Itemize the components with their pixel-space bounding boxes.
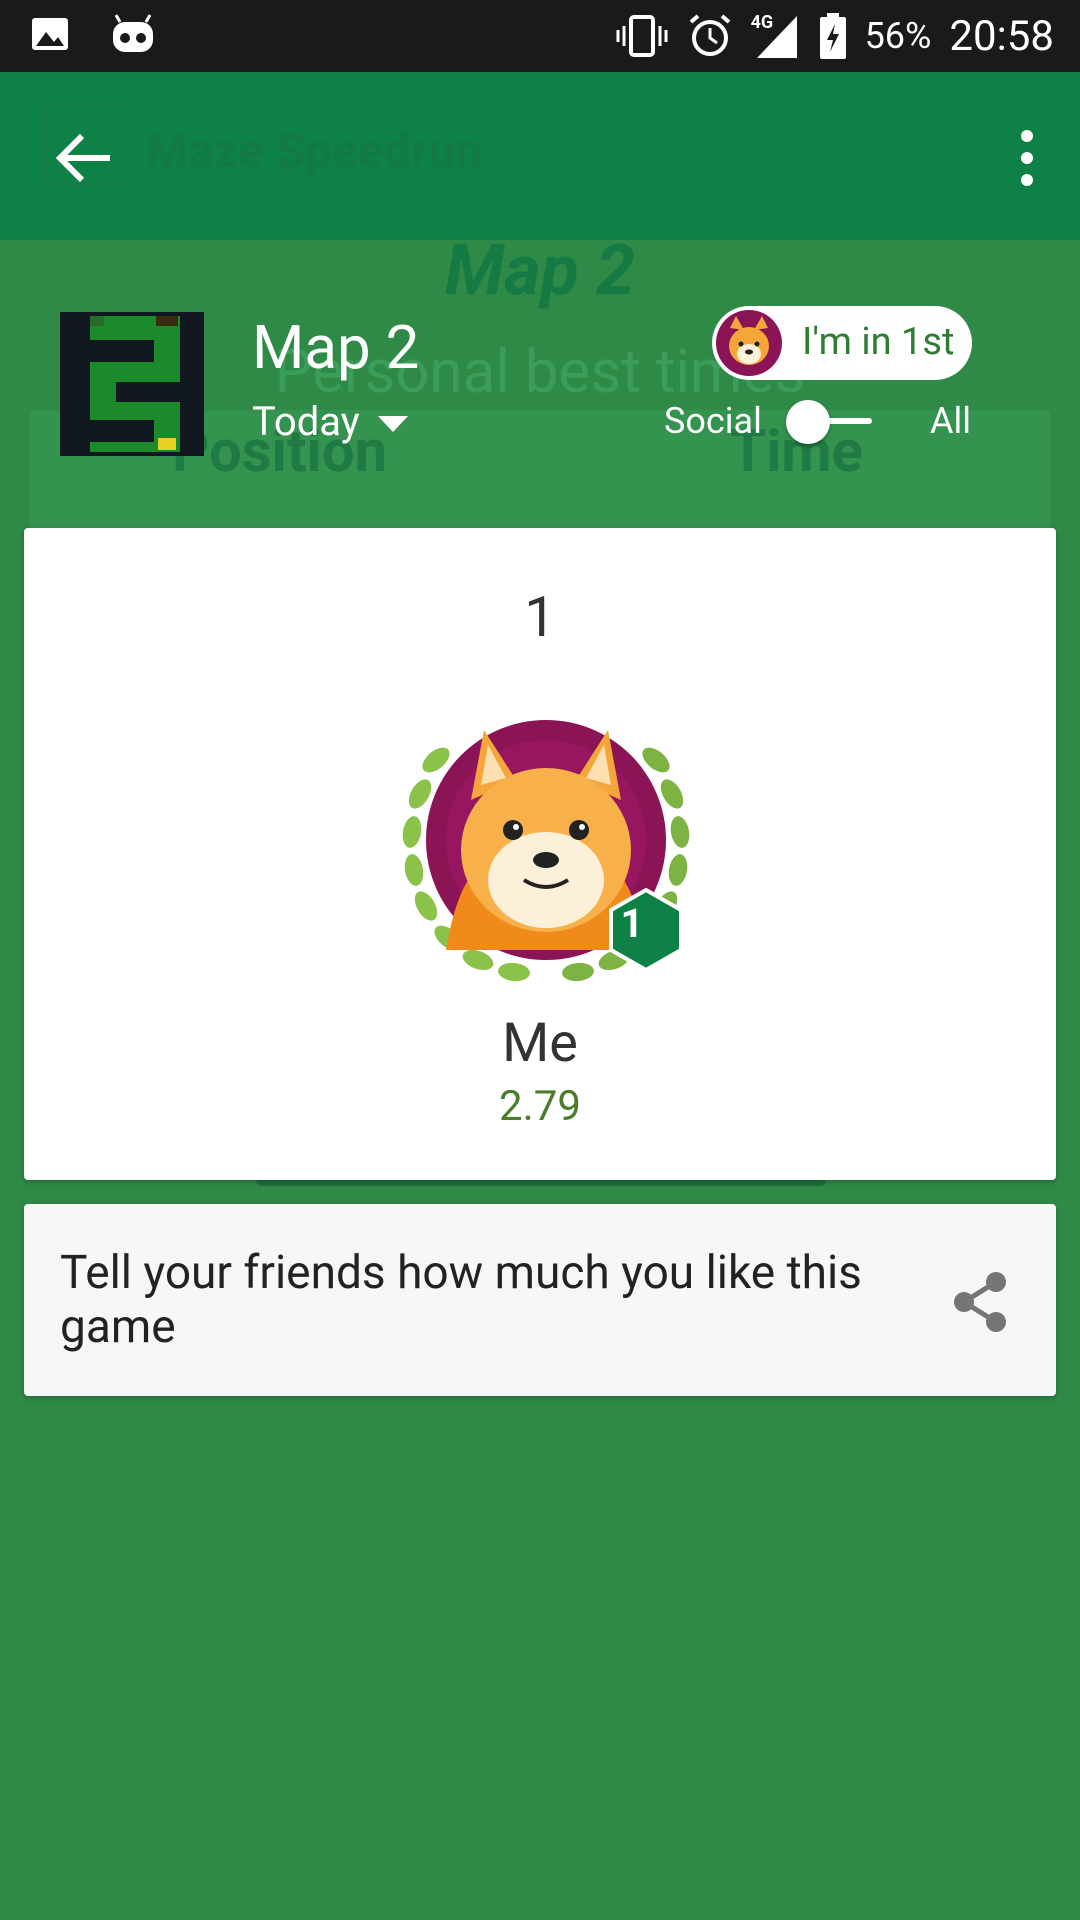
- map-thumbnail: [60, 312, 204, 456]
- toggle-all-label: All: [930, 400, 971, 442]
- ghost-map-heading: Map 2: [444, 230, 636, 312]
- player-card[interactable]: 1 1 Me 2.79: [24, 528, 1056, 1180]
- social-all-toggle[interactable]: [786, 400, 882, 444]
- alarm-icon: [689, 14, 730, 56]
- clock: 20:58: [949, 11, 1054, 61]
- arrow-back-icon[interactable]: [52, 128, 116, 188]
- more-vert-icon[interactable]: [1012, 128, 1042, 188]
- share-game-card[interactable]: Tell your friends how much you like this…: [24, 1204, 1056, 1396]
- share-prompt-text: Tell your friends how much you like this…: [60, 1246, 862, 1354]
- dog-avatar-icon: [716, 310, 782, 376]
- my-rank-label: I'm in 1st: [802, 320, 955, 364]
- share-icon[interactable]: [950, 1270, 1010, 1334]
- caret-down-icon: [377, 415, 408, 432]
- player-score: 2.79: [499, 1082, 581, 1131]
- signal-icon: 4G: [751, 12, 801, 60]
- toggle-thumb: [786, 400, 830, 444]
- my-rank-button[interactable]: I'm in 1st: [712, 306, 972, 380]
- map-title: Map 2: [252, 312, 420, 383]
- laurel-dog-badge-icon: [402, 720, 690, 982]
- vibrate-icon: [616, 15, 668, 57]
- status-bar: 4G 56% 20:58: [0, 0, 1080, 72]
- timespan-label: Today: [252, 398, 360, 445]
- timespan-dropdown[interactable]: Today: [252, 398, 408, 445]
- ghost-app-title: Maze Speedrun: [146, 122, 483, 179]
- badge-rank-number: 1: [620, 900, 644, 947]
- gallery-icon: [32, 18, 68, 50]
- app-bar: Maze Speedrun: [0, 72, 1080, 240]
- player-name: Me: [502, 1012, 578, 1075]
- toggle-social-label: Social: [664, 400, 762, 442]
- battery-icon: [819, 13, 846, 59]
- android-icon: [113, 14, 153, 52]
- battery-percent: 56%: [864, 15, 932, 57]
- player-rank: 1: [524, 584, 556, 650]
